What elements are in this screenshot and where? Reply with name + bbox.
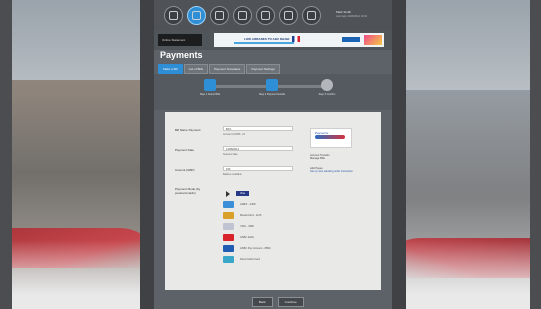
selected-arrow-icon bbox=[226, 190, 230, 197]
payment-option[interactable]: HSBC Pay Account - 8890 bbox=[223, 243, 303, 254]
side-info: Payments Account Transfer Manage Bills A… bbox=[310, 128, 376, 174]
payment-option[interactable]: HSBC Debit bbox=[223, 232, 303, 243]
tab-make-bill[interactable]: Make a Bill bbox=[158, 64, 183, 74]
user-info: Mark Smith Last login 14/08/2014 10:32 bbox=[336, 10, 390, 18]
payment-option-label: Visa bbox=[236, 191, 249, 196]
form-row: Amount (GBP) 150 Balance available bbox=[175, 166, 295, 183]
amount-field[interactable]: 150 bbox=[223, 166, 293, 171]
payment-option-label: AMEX - 4468 bbox=[240, 203, 256, 206]
back-button[interactable]: Back bbox=[252, 297, 273, 307]
logo-swoosh-icon bbox=[315, 135, 345, 139]
payment-mode-label: Payment Mode (by postcard cards) bbox=[175, 187, 201, 195]
standing-order-link[interactable]: Set up new standing order instruction bbox=[310, 170, 376, 173]
field-note: Balance available bbox=[223, 173, 242, 176]
debit-card-icon bbox=[223, 234, 234, 241]
user-name: Mark Smith bbox=[336, 10, 352, 14]
window-frame-right-inner bbox=[392, 0, 406, 309]
side-line-2: Manage Bills bbox=[310, 157, 325, 161]
tab-list-bills[interactable]: List of Bills bbox=[183, 64, 209, 74]
ad-book-button[interactable] bbox=[342, 37, 360, 42]
last-login: Last login 14/08/2014 10:32 bbox=[336, 15, 367, 18]
ad-text: LOW AIRFARES TO ABU DHABI bbox=[244, 37, 290, 41]
window-frame-left-inner bbox=[140, 0, 154, 309]
settings-icon[interactable] bbox=[302, 6, 321, 25]
step-2: Step 2 Payment Details bbox=[252, 79, 292, 96]
payment-option[interactable]: VISA - 3380 bbox=[223, 221, 303, 232]
payments-icon[interactable] bbox=[187, 6, 206, 25]
payment-option[interactable]: Visa bbox=[223, 188, 303, 199]
mastercard-icon bbox=[223, 212, 234, 219]
promo-image bbox=[364, 35, 382, 45]
step-1-label: Step 1 Select Bills bbox=[199, 93, 221, 96]
continue-button[interactable]: Continue bbox=[277, 297, 304, 307]
payment-option-label: MasterCard - 1125 bbox=[240, 214, 262, 217]
flag-icon bbox=[292, 36, 300, 42]
direct-debit-icon bbox=[223, 256, 234, 263]
step-3-label: Step 3 Confirm bbox=[318, 93, 336, 96]
field-label: Amount (GBP) bbox=[175, 168, 195, 172]
payment-method-list: Visa AMEX - 4468 MasterCard - 1125 VISA … bbox=[223, 188, 303, 265]
statements-icon[interactable] bbox=[279, 6, 298, 25]
payment-option-label: HSBC Pay Account - 8890 bbox=[240, 247, 271, 250]
step-3: Step 3 Confirm bbox=[307, 79, 347, 96]
field-label: Payment Date bbox=[175, 148, 195, 152]
payment-date-field[interactable]: 14/08/2014 bbox=[223, 146, 293, 151]
form-row: Payment Date 14/08/2014 Selected date bbox=[175, 146, 295, 163]
top-navigation: Mark Smith Last login 14/08/2014 10:32 bbox=[154, 0, 392, 30]
payment-option-label: HSBC Debit bbox=[240, 236, 254, 239]
bills-icon[interactable] bbox=[233, 6, 252, 25]
home-icon[interactable] bbox=[164, 6, 183, 25]
bill-name-field[interactable]: Bill 1 bbox=[223, 126, 293, 131]
statement-banner-label: Online Statement bbox=[162, 38, 186, 42]
nav-icon-bar bbox=[164, 6, 321, 25]
field-note: Account 123456 - 01 bbox=[223, 133, 246, 136]
field-note: Selected date bbox=[223, 153, 238, 156]
form-row: Bill Name Payment Bill 1 Account 123456 … bbox=[175, 126, 295, 143]
payment-option[interactable]: Direct Debit Card bbox=[223, 254, 303, 265]
payment-option-label: VISA - 3380 bbox=[240, 225, 254, 228]
banner-row: Online Statement LOW AIRFARES TO ABU DHA… bbox=[154, 30, 392, 50]
tab-bar: Make a Bill List of Bills Payment Templa… bbox=[158, 64, 280, 74]
payment-option[interactable]: MasterCard - 1125 bbox=[223, 210, 303, 221]
tab-payment-settings[interactable]: Payment Settings bbox=[246, 64, 280, 74]
payment-form: Bill Name Payment Bill 1 Account 123456 … bbox=[175, 126, 295, 186]
window-frame-right bbox=[530, 0, 541, 309]
title-row: Payments bbox=[154, 50, 392, 64]
tab-payment-templates[interactable]: Payment Templates bbox=[209, 64, 246, 74]
payment-form-card: Bill Name Payment Bill 1 Account 123456 … bbox=[165, 112, 381, 290]
step-1-icon bbox=[204, 79, 216, 91]
visa-card-icon bbox=[223, 223, 234, 230]
page-title: Payments bbox=[160, 50, 203, 60]
payments-logo: Payments bbox=[310, 128, 352, 148]
progress-steps: Step 1 Select Bills Step 2 Payment Detai… bbox=[154, 74, 392, 110]
cards-icon[interactable] bbox=[256, 6, 275, 25]
step-2-icon bbox=[266, 79, 278, 91]
ad-divider bbox=[234, 42, 294, 44]
payment-option[interactable]: AMEX - 4468 bbox=[223, 199, 303, 210]
step-1: Step 1 Select Bills bbox=[190, 79, 230, 96]
field-label: Bill Name Payment bbox=[175, 128, 201, 132]
window-frame-left bbox=[0, 0, 12, 309]
transfer-icon[interactable] bbox=[210, 6, 229, 25]
footer-buttons: Back Continue bbox=[252, 297, 304, 307]
payment-option-label: Direct Debit Card bbox=[240, 258, 260, 261]
bank-account-icon bbox=[223, 245, 234, 252]
ad-banner[interactable]: LOW AIRFARES TO ABU DHABI bbox=[214, 33, 384, 47]
step-2-label: Step 2 Payment Details bbox=[258, 93, 286, 96]
banking-panel: Mark Smith Last login 14/08/2014 10:32 O… bbox=[154, 0, 392, 309]
amex-card-icon bbox=[223, 201, 234, 208]
step-3-icon bbox=[321, 79, 333, 91]
statement-banner[interactable]: Online Statement bbox=[158, 34, 202, 46]
